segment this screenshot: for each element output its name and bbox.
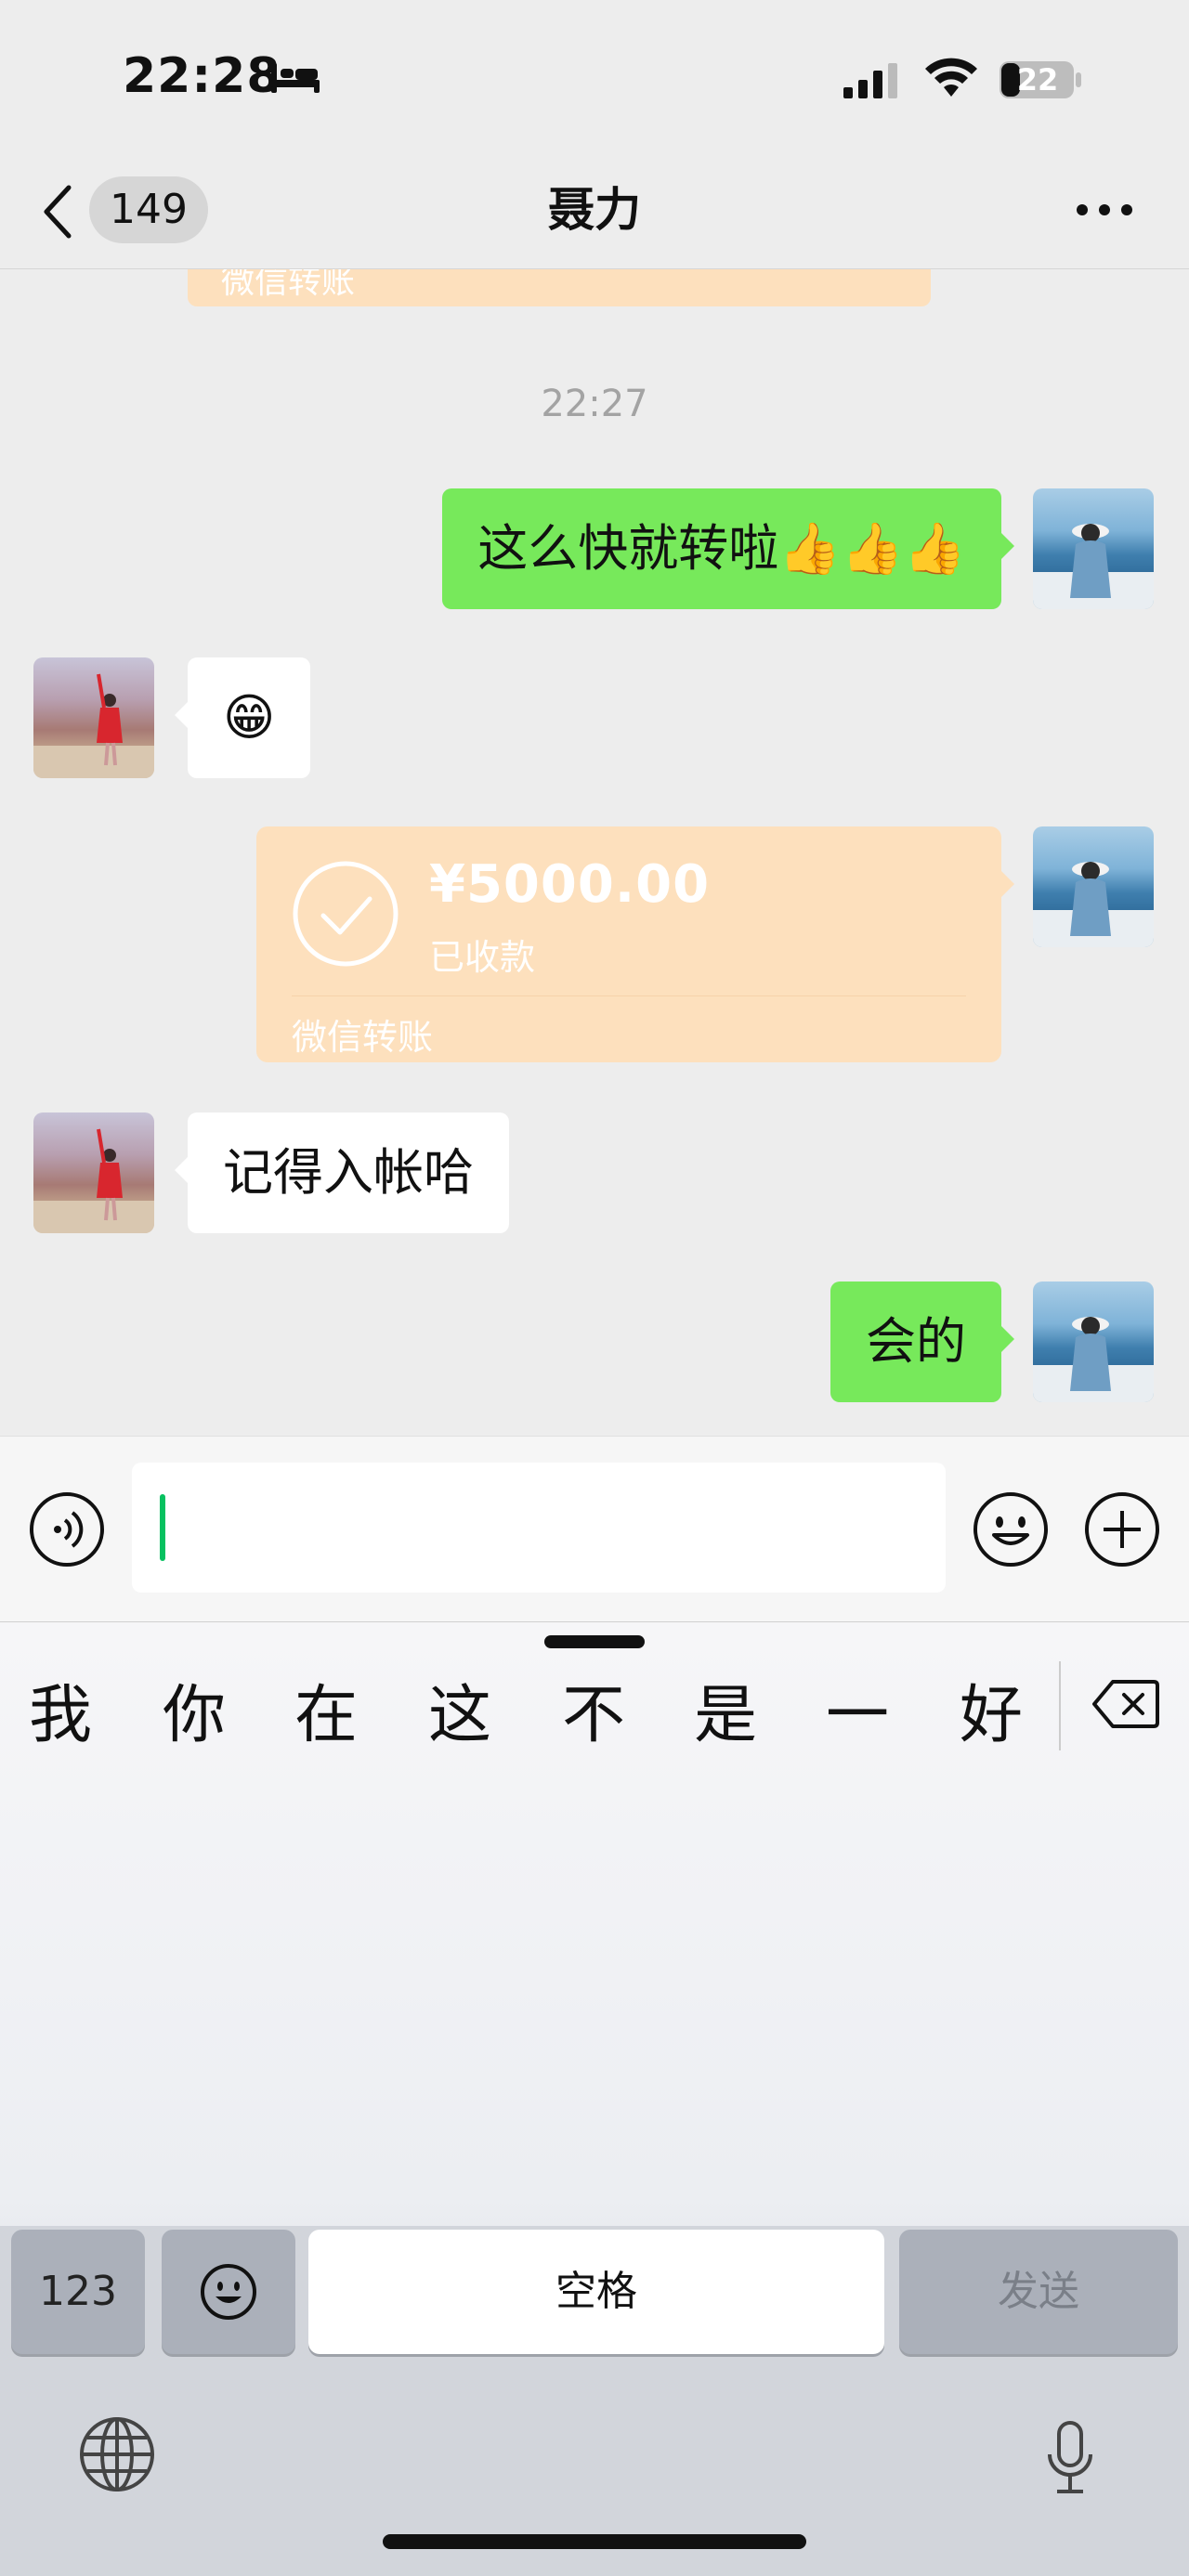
keyboard-grabber[interactable] [544, 1635, 645, 1648]
keyboard: 我 你 在 这 不 是 一 好 123 空格 发送 [0, 1621, 1189, 2576]
globe-icon[interactable] [78, 2415, 156, 2493]
plus-icon[interactable] [1083, 1490, 1161, 1568]
transfer-amount: ¥5000.00 [429, 854, 711, 915]
chat-header: 149 聂力 [0, 158, 1189, 269]
numbers-key[interactable]: 123 [11, 2230, 145, 2354]
candidate-word[interactable]: 不 [552, 1663, 635, 1755]
more-icon[interactable] [1074, 195, 1135, 225]
my-avatar[interactable] [1033, 826, 1154, 947]
divider [1059, 1661, 1061, 1750]
space-key[interactable]: 空格 [308, 2230, 884, 2354]
wifi-icon [925, 58, 977, 97]
transfer-status: 已收款 [429, 937, 536, 978]
candidate-word[interactable]: 是 [684, 1663, 767, 1755]
candidate-word[interactable]: 你 [152, 1663, 236, 1755]
contact-name: 聂力 [548, 183, 641, 237]
message-bubble-sent[interactable]: 会的 [830, 1281, 1014, 1402]
emoji-key-icon [201, 2264, 256, 2320]
bed-icon [271, 63, 320, 93]
message-input-bar [0, 1436, 1189, 1621]
mic-icon[interactable] [1042, 2419, 1098, 2497]
contact-avatar[interactable] [33, 1112, 154, 1233]
text-cursor [160, 1494, 165, 1561]
status-bar: 22:28 22 [0, 0, 1189, 158]
delete-icon[interactable] [1092, 1678, 1159, 1730]
candidate-word[interactable]: 一 [816, 1663, 899, 1755]
emoji-key[interactable] [162, 2230, 295, 2354]
battery-level: 22 [1016, 62, 1059, 98]
candidate-word[interactable]: 这 [418, 1663, 502, 1755]
transfer-card[interactable]: ¥5000.00 已收款 微信转账 [256, 826, 1014, 1062]
avatar-photo [33, 1128, 154, 1233]
transfer-label: 微信转账 [292, 1017, 434, 1058]
message-timestamp: 22:27 [541, 383, 648, 425]
avatar-photo [1033, 1317, 1154, 1402]
message-input[interactable] [132, 1463, 946, 1593]
avatar-photo [33, 673, 154, 778]
divider [292, 995, 966, 996]
my-avatar[interactable] [1033, 1281, 1154, 1402]
voice-icon[interactable] [28, 1490, 106, 1568]
my-avatar[interactable] [1033, 488, 1154, 609]
signal-icon [843, 63, 897, 98]
status-time: 22:28 [123, 48, 281, 104]
candidate-word[interactable]: 我 [19, 1663, 102, 1755]
home-indicator [383, 2534, 806, 2549]
message-bubble-received[interactable]: 记得入帐哈 [175, 1112, 509, 1233]
candidate-word[interactable]: 好 [949, 1663, 1033, 1755]
send-key[interactable]: 发送 [899, 2230, 1178, 2354]
avatar-photo [1033, 524, 1154, 609]
check-circle-icon [293, 861, 399, 967]
message-bubble-sent[interactable]: 这么快就转啦👍👍👍 [442, 488, 1014, 609]
contact-avatar[interactable] [33, 657, 154, 778]
message-bubble-received[interactable]: 😁 [174, 657, 311, 778]
candidate-word[interactable]: 在 [284, 1663, 368, 1755]
emoji-icon[interactable] [972, 1490, 1050, 1568]
avatar-photo [1033, 862, 1154, 947]
